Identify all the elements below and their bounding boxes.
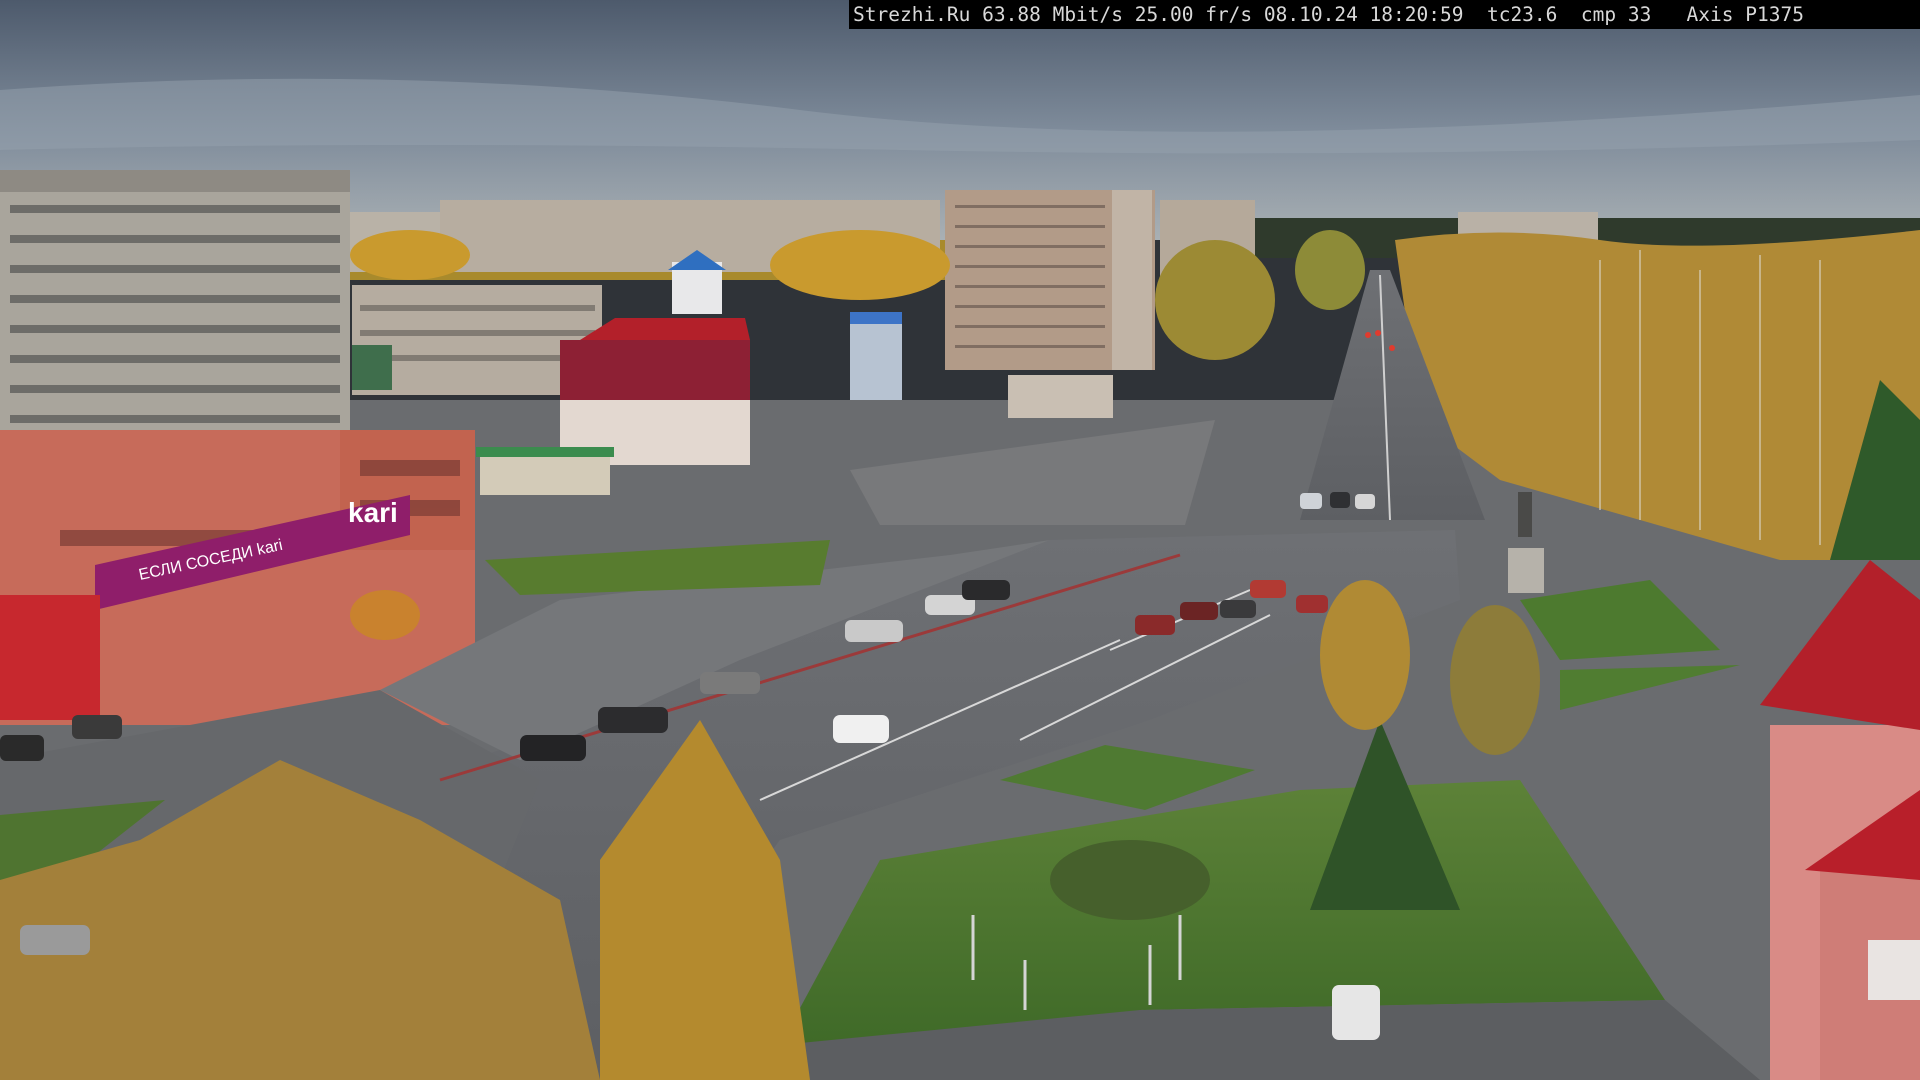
car bbox=[1180, 602, 1218, 620]
car bbox=[1300, 493, 1322, 509]
car bbox=[700, 672, 760, 694]
car bbox=[1332, 985, 1380, 1040]
car bbox=[72, 715, 122, 739]
car bbox=[20, 925, 90, 955]
red-storefront bbox=[0, 595, 100, 720]
autumn-tree-mid-2 bbox=[1450, 605, 1540, 755]
green-house bbox=[352, 345, 392, 390]
camera-status-overlay: Strezhi.Ru 63.88 Mbit/s 25.00 fr/s 08.10… bbox=[849, 0, 1920, 29]
car bbox=[0, 735, 44, 761]
webcam-frame: kari ЕСЛИ СОСЕДИ kari Strezhi.Ru 63.88 M… bbox=[0, 0, 1920, 1080]
green-pavilion-roof bbox=[476, 447, 614, 457]
car bbox=[1330, 492, 1350, 508]
car bbox=[833, 715, 889, 743]
pink-building-window bbox=[1868, 940, 1920, 1000]
car bbox=[1135, 615, 1175, 635]
central-tower-stair bbox=[1112, 190, 1152, 370]
monument-pedestal bbox=[1508, 548, 1544, 593]
flat-building bbox=[1008, 375, 1113, 418]
red-roof-building-roof bbox=[580, 318, 750, 340]
car bbox=[598, 707, 668, 733]
car bbox=[1355, 494, 1375, 509]
autumn-tree-kari bbox=[350, 590, 420, 640]
street-scene-photo: kari ЕСЛИ СОСЕДИ kari bbox=[0, 0, 1920, 1080]
green-pavilion bbox=[480, 455, 610, 495]
kari-sign: kari bbox=[348, 497, 398, 528]
blue-roof-building-roof bbox=[850, 312, 902, 324]
car bbox=[520, 735, 586, 761]
car bbox=[1220, 600, 1256, 618]
red-roof-building-upper bbox=[560, 340, 750, 400]
left-apartment-roof bbox=[0, 170, 350, 192]
autumn-tree-mid-1 bbox=[1320, 580, 1410, 730]
car bbox=[845, 620, 903, 642]
bush-cluster bbox=[1050, 840, 1210, 920]
blue-roof-building bbox=[850, 320, 902, 400]
monument-statue bbox=[1518, 492, 1532, 537]
car bbox=[962, 580, 1010, 600]
car bbox=[1250, 580, 1286, 598]
car bbox=[1296, 595, 1328, 613]
